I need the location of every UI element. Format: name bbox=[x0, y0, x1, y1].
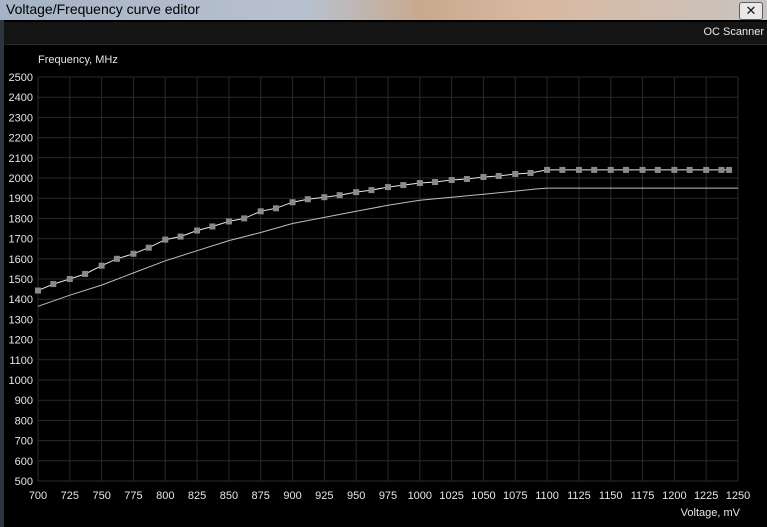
x-tick-label: 750 bbox=[92, 490, 110, 502]
curve-point bbox=[448, 177, 455, 184]
curve-point bbox=[353, 189, 360, 196]
curve-point bbox=[559, 166, 566, 173]
curve-point bbox=[400, 182, 407, 189]
curve-point bbox=[162, 236, 169, 243]
x-tick-label: 850 bbox=[220, 490, 238, 502]
x-tick-label: 725 bbox=[61, 490, 79, 502]
x-tick-label: 950 bbox=[347, 490, 365, 502]
curve-point bbox=[654, 166, 661, 173]
x-axis-label: Voltage, mV bbox=[681, 507, 741, 519]
curve-point bbox=[495, 172, 502, 179]
curve-point bbox=[82, 270, 89, 277]
curve-point bbox=[607, 166, 614, 173]
curve-point bbox=[145, 244, 152, 251]
x-tick-label: 1075 bbox=[503, 490, 527, 502]
curve-point bbox=[544, 166, 551, 173]
curve-point bbox=[50, 281, 57, 288]
curve-point bbox=[257, 208, 264, 215]
curve-point bbox=[289, 199, 296, 206]
chart-grid bbox=[37, 76, 739, 482]
curve-point bbox=[726, 166, 733, 173]
y-tick-label: 1900 bbox=[9, 193, 33, 205]
curve-point bbox=[416, 180, 423, 187]
curve-point bbox=[480, 173, 487, 180]
curve-point bbox=[432, 179, 439, 186]
x-tick-label: 1250 bbox=[726, 490, 750, 502]
x-tick-label: 1150 bbox=[599, 490, 623, 502]
y-tick-label: 500 bbox=[15, 476, 33, 488]
x-tick-label: 975 bbox=[379, 490, 397, 502]
x-tick-label: 1225 bbox=[694, 490, 718, 502]
curve-point bbox=[686, 166, 693, 173]
curve-point bbox=[209, 223, 216, 230]
y-tick-label: 800 bbox=[15, 415, 33, 427]
y-tick-label: 1000 bbox=[9, 375, 33, 387]
curve-point bbox=[273, 205, 279, 212]
x-tick-label: 700 bbox=[29, 490, 47, 502]
curve-point bbox=[463, 176, 470, 183]
curve-point bbox=[321, 194, 328, 201]
y-tick-label: 1500 bbox=[9, 274, 33, 286]
curve-point bbox=[194, 227, 201, 234]
curve-point bbox=[512, 170, 519, 177]
x-tick-label: 1025 bbox=[439, 490, 463, 502]
y-tick-label: 1600 bbox=[9, 254, 33, 266]
curve-point bbox=[368, 187, 375, 194]
curve-point bbox=[718, 166, 725, 173]
x-tick-label: 900 bbox=[283, 490, 301, 502]
y-tick-label: 2500 bbox=[9, 72, 33, 84]
curve-point bbox=[527, 169, 534, 176]
x-tick-label: 1125 bbox=[567, 490, 591, 502]
curve-point bbox=[98, 262, 105, 269]
curve-point bbox=[66, 276, 73, 282]
y-axis-label: Frequency, MHz bbox=[38, 54, 118, 66]
curve-point bbox=[575, 166, 582, 173]
curve-point bbox=[385, 184, 391, 191]
y-tick-label: 2000 bbox=[9, 173, 33, 185]
y-tick-label: 700 bbox=[15, 436, 33, 448]
x-tick-label: 1175 bbox=[631, 490, 655, 502]
y-tick-label: 1100 bbox=[9, 355, 33, 367]
y-tick-label: 1300 bbox=[9, 314, 33, 326]
x-tick-label: 800 bbox=[156, 490, 174, 502]
x-tick-label: 1000 bbox=[408, 490, 432, 502]
curve-point bbox=[241, 215, 248, 222]
curve-point bbox=[623, 166, 629, 173]
y-tick-label: 1700 bbox=[9, 234, 33, 246]
y-tick-label: 2400 bbox=[9, 92, 33, 104]
curve-point bbox=[35, 287, 41, 294]
curve-point bbox=[336, 192, 343, 199]
curve-point bbox=[177, 233, 184, 240]
x-tick-label: 825 bbox=[188, 490, 206, 502]
x-tick-label: 1200 bbox=[662, 490, 686, 502]
curve-point bbox=[639, 166, 646, 173]
curve-point bbox=[671, 166, 678, 173]
y-tick-label: 900 bbox=[15, 395, 33, 407]
y-tick-label: 1400 bbox=[9, 294, 33, 306]
curve-point bbox=[591, 166, 598, 173]
x-tick-label: 925 bbox=[315, 490, 333, 502]
y-tick-labels: 500 600 700 800 900 1000 1100 1200 1300 1400 1500 1… bbox=[9, 72, 33, 488]
y-tick-label: 600 bbox=[15, 456, 33, 468]
curve-point bbox=[130, 250, 137, 257]
y-tick-label: 2100 bbox=[9, 153, 33, 165]
y-tick-label: 2200 bbox=[9, 133, 33, 145]
vf-curve-chart[interactable]: 500 600 700 800 900 1000 1100 1200 1300 1400 1500 1… bbox=[0, 0, 767, 527]
curve-point bbox=[225, 218, 232, 225]
y-tick-label: 1800 bbox=[9, 213, 33, 225]
x-tick-label: 775 bbox=[124, 490, 142, 502]
y-tick-label: 1200 bbox=[9, 335, 33, 347]
x-tick-label: 875 bbox=[252, 490, 270, 502]
curve-point bbox=[304, 196, 311, 203]
x-tick-label: 1050 bbox=[471, 490, 495, 502]
chart-series bbox=[35, 166, 738, 307]
curve-point bbox=[113, 255, 120, 262]
x-tick-labels: 700 725 750 775 800 825 850 875 900 925 950 975 1000… bbox=[29, 490, 750, 502]
y-tick-label: 2300 bbox=[9, 112, 33, 124]
x-tick-label: 1100 bbox=[535, 490, 559, 502]
curve-point bbox=[703, 166, 710, 173]
